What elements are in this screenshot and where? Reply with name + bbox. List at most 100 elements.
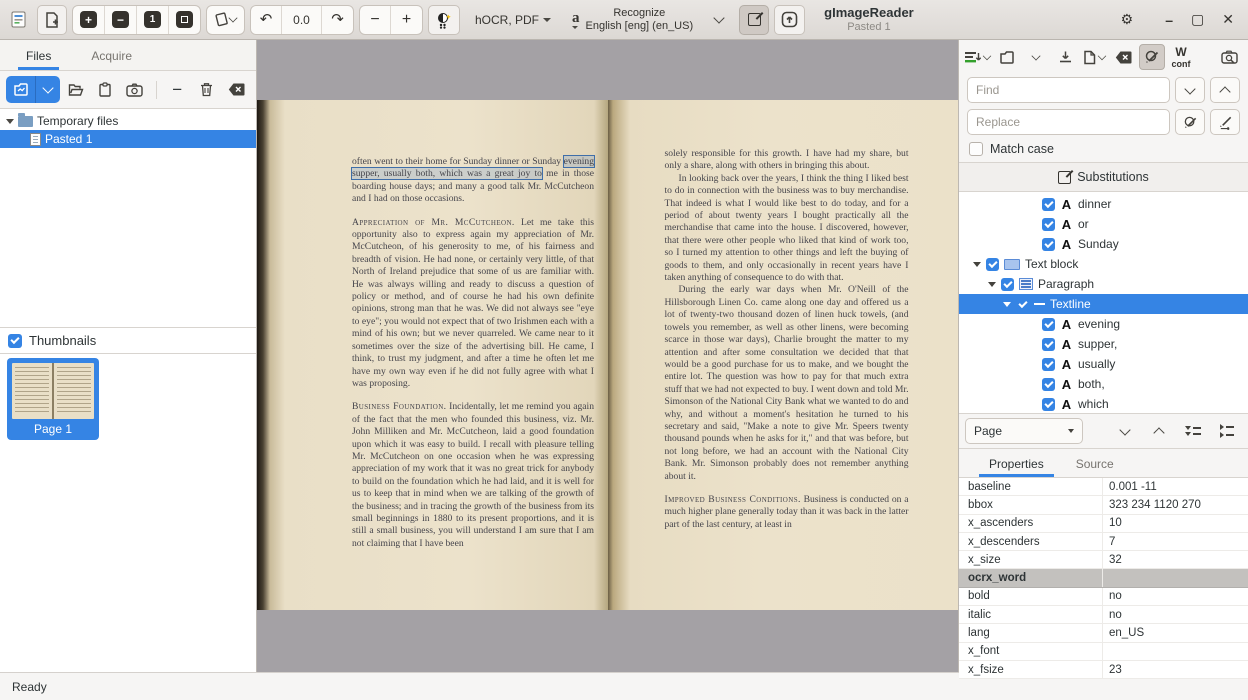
item-checkbox[interactable] — [1042, 338, 1055, 351]
image-controls-button[interactable] — [428, 5, 460, 35]
close-button[interactable]: ✕ — [1222, 11, 1234, 28]
tree-root-temporary-files[interactable]: Temporary files — [0, 112, 256, 130]
ocr-tree-row[interactable]: ASunday — [959, 234, 1248, 254]
rotate-right-button[interactable]: ↷ — [322, 6, 353, 34]
ocr-tree-row[interactable]: Paragraph — [959, 274, 1248, 294]
image-canvas[interactable]: often went to their home for Sunday dinn… — [257, 40, 958, 672]
paste-button[interactable] — [92, 76, 120, 103]
screenshot-button[interactable] — [121, 76, 149, 103]
zoom-out-button[interactable]: − — [105, 6, 137, 34]
find-replace-toggle[interactable] — [1139, 44, 1165, 70]
recognize-options-dropdown[interactable] — [704, 5, 734, 35]
property-row[interactable]: ocrx_word — [959, 569, 1248, 587]
preview-button[interactable] — [1217, 44, 1243, 70]
collapse-all-button[interactable] — [1178, 419, 1208, 443]
item-checkbox[interactable] — [1042, 378, 1055, 391]
item-checkbox[interactable] — [1042, 218, 1055, 231]
match-case-checkbox[interactable] — [969, 142, 983, 156]
save-hocr-button[interactable] — [1052, 44, 1078, 70]
thumbnail-page-1[interactable]: Page 1 — [7, 358, 99, 440]
expander-icon[interactable] — [987, 282, 996, 287]
property-row[interactable]: baseline0.001 -11 — [959, 478, 1248, 496]
ocr-item-label: or — [1078, 217, 1089, 231]
ocr-mode-dropdown[interactable]: hOCR, PDF — [465, 5, 561, 35]
tree-item-pasted-1[interactable]: Pasted 1 — [0, 130, 256, 148]
previous-item-button[interactable] — [1144, 418, 1174, 444]
ocr-tree-row[interactable]: Textline — [959, 294, 1248, 314]
settings-gear-icon[interactable]: ⚙ — [1121, 11, 1134, 28]
item-checkbox[interactable] — [1042, 358, 1055, 371]
expander-icon[interactable] — [6, 119, 14, 124]
rotation-increase-button[interactable]: + — [391, 6, 422, 34]
clear-sources-button[interactable] — [223, 76, 251, 103]
open-hocr-dropdown[interactable] — [1023, 44, 1049, 70]
show-confidence-button[interactable]: W conf — [1168, 44, 1194, 70]
ocr-tree-row[interactable]: Aevening — [959, 314, 1248, 334]
ocr-tree-row[interactable]: Text block — [959, 254, 1248, 274]
property-row[interactable]: langen_US — [959, 624, 1248, 642]
zoom-original-button[interactable]: 1 — [137, 6, 169, 34]
maximize-button[interactable]: ▢ — [1191, 11, 1204, 28]
tab-files[interactable]: Files — [10, 40, 67, 70]
expand-all-button[interactable] — [1212, 419, 1242, 443]
replace-input[interactable] — [967, 109, 1170, 135]
clear-output-button[interactable] — [1110, 44, 1136, 70]
item-checkbox[interactable] — [1042, 318, 1055, 331]
property-row[interactable]: x_fsize23 — [959, 661, 1248, 679]
ocr-tree-row[interactable]: Asupper, — [959, 334, 1248, 354]
export-button[interactable] — [774, 5, 805, 35]
replace-all-button[interactable] — [1210, 109, 1240, 135]
item-checkbox[interactable] — [1016, 298, 1029, 311]
ocr-tree-row[interactable]: Aor — [959, 214, 1248, 234]
rotation-decrease-button[interactable]: − — [360, 6, 391, 34]
rotation-value[interactable]: 0.0 — [282, 6, 322, 34]
property-row[interactable]: italicno — [959, 606, 1248, 624]
find-input[interactable] — [967, 77, 1170, 103]
replace-button[interactable] — [1175, 109, 1205, 135]
property-row[interactable]: x_size32 — [959, 551, 1248, 569]
substitutions-button[interactable]: Substitutions — [959, 162, 1248, 192]
ocr-tree-row[interactable]: Aboth, — [959, 374, 1248, 394]
property-row[interactable]: x_font — [959, 643, 1248, 661]
find-next-button[interactable] — [1175, 77, 1205, 103]
tab-properties[interactable]: Properties — [975, 449, 1058, 477]
minimize-button[interactable]: – — [1165, 12, 1173, 28]
ocr-tree-row[interactable]: Ausually — [959, 354, 1248, 374]
property-row[interactable]: x_ascenders10 — [959, 515, 1248, 533]
paragraph-icon — [1019, 278, 1033, 290]
tab-source[interactable]: Source — [1062, 449, 1128, 477]
rotate-left-button[interactable]: ↶ — [251, 6, 282, 34]
export-document-dropdown[interactable] — [1081, 44, 1107, 70]
property-row[interactable]: x_descenders7 — [959, 533, 1248, 551]
item-checkbox[interactable] — [1042, 238, 1055, 251]
tab-acquire[interactable]: Acquire — [75, 40, 148, 70]
property-row[interactable]: bbox323 234 1120 270 — [959, 496, 1248, 514]
expander-icon[interactable] — [1002, 302, 1011, 307]
thumbnails-checkbox[interactable] — [8, 334, 22, 348]
page-target-dropdown[interactable]: Page — [965, 418, 1083, 444]
recognize-button[interactable]: a Recognize English [eng] (en_US) — [566, 5, 699, 35]
add-images-button[interactable] — [37, 5, 67, 35]
insert-mode-dropdown[interactable] — [964, 44, 991, 70]
property-row[interactable]: boldno — [959, 588, 1248, 606]
ocr-tree-row[interactable]: Adinner — [959, 194, 1248, 214]
item-checkbox[interactable] — [986, 258, 999, 271]
find-previous-button[interactable] — [1210, 77, 1240, 103]
ocr-tree-row[interactable]: Awhich — [959, 394, 1248, 413]
next-item-button[interactable] — [1110, 418, 1140, 444]
add-image-button[interactable] — [6, 76, 36, 103]
rotate-mode-dropdown[interactable] — [207, 6, 244, 34]
ocr-item-label: evening — [1078, 317, 1120, 331]
item-checkbox[interactable] — [1042, 198, 1055, 211]
toggle-output-pane-button[interactable] — [739, 5, 769, 35]
item-checkbox[interactable] — [1001, 278, 1014, 291]
zoom-in-button[interactable]: + — [73, 6, 105, 34]
remove-source-button[interactable]: − — [164, 76, 192, 103]
item-checkbox[interactable] — [1042, 398, 1055, 411]
add-image-dropdown[interactable] — [36, 76, 60, 103]
delete-source-button[interactable] — [193, 76, 221, 103]
open-hocr-button[interactable] — [994, 44, 1020, 70]
expander-icon[interactable] — [972, 262, 981, 267]
open-folder-button[interactable] — [62, 76, 90, 103]
zoom-fit-button[interactable] — [169, 6, 200, 34]
